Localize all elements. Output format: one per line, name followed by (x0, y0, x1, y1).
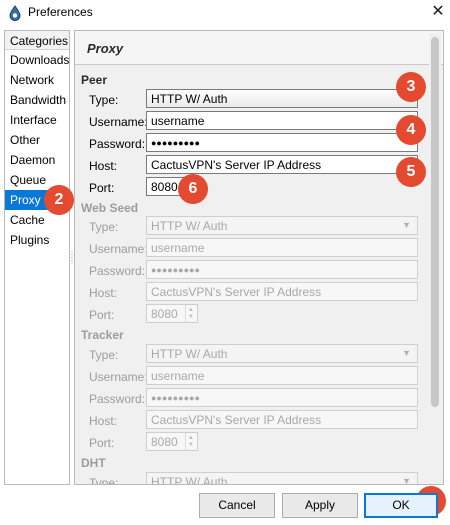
step-badge-4: 4 (396, 115, 426, 145)
section-tracker-title: Tracker (81, 328, 124, 342)
ok-button[interactable]: OK (364, 493, 438, 518)
chevron-down-icon: ▼ (402, 476, 411, 485)
scrollbar-thumb[interactable] (431, 37, 439, 407)
tracker-type-label: Type: (89, 348, 119, 362)
peer-port-value: 8080 (151, 180, 178, 194)
web-seed-type-value: HTTP W/ Auth (151, 219, 228, 233)
web-seed-password-input: ●●●●●●●●● (146, 260, 418, 279)
peer-type-label: Type: (89, 93, 119, 107)
peer-host-label: Host: (89, 159, 118, 173)
tracker-port-value: 8080 (151, 435, 178, 449)
category-item-other[interactable]: Other (5, 130, 69, 150)
peer-type-value: HTTP W/ Auth (151, 92, 228, 106)
web-seed-port-value: 8080 (151, 307, 178, 321)
web-seed-port-spinner: 8080 ▲ ▼ (146, 304, 198, 323)
peer-username-label: Username: (89, 115, 148, 129)
category-item-plugins[interactable]: Plugins (5, 230, 69, 250)
proxy-settings-panel: Proxy Peer Type: HTTP W/ Auth Username: … (74, 30, 444, 485)
title-bar: Preferences ✕ (0, 0, 450, 26)
cancel-button[interactable]: Cancel (199, 493, 275, 518)
category-item-bandwidth[interactable]: Bandwidth (5, 90, 69, 110)
category-item-network[interactable]: Network (5, 70, 69, 90)
category-item-daemon[interactable]: Daemon (5, 150, 69, 170)
section-dht-title: DHT (81, 456, 106, 470)
section-web-seed-title: Web Seed (81, 201, 139, 215)
dht-type-select: HTTP W/ Auth ▼ (146, 472, 418, 485)
peer-port-label: Port: (89, 181, 115, 195)
peer-password-label: Password: (89, 137, 146, 151)
tracker-password-input: ●●●●●●●●● (146, 388, 418, 407)
step-badge-6: 6 (178, 174, 208, 204)
peer-username-input[interactable]: username (146, 111, 418, 130)
web-seed-type-label: Type: (89, 220, 119, 234)
web-seed-host-label: Host: (89, 286, 118, 300)
tracker-username-input: username (146, 366, 418, 385)
web-seed-port-label: Port: (89, 308, 115, 322)
categories-header: Categories (5, 31, 69, 50)
categories-list: Categories Downloads Network Bandwidth I… (4, 30, 70, 485)
web-seed-password-label: Password: (89, 264, 146, 278)
category-item-downloads[interactable]: Downloads (5, 50, 69, 70)
port-spin-buttons: ▲ ▼ (185, 305, 197, 322)
apply-button[interactable]: Apply (282, 493, 358, 518)
web-seed-host-input: CactusVPN's Server IP Address (146, 282, 418, 301)
tracker-type-value: HTTP W/ Auth (151, 347, 228, 361)
panel-title: Proxy (87, 41, 124, 56)
web-seed-type-select: HTTP W/ Auth ▼ (146, 216, 418, 235)
spin-up-icon: ▲ (188, 435, 194, 441)
tracker-type-select: HTTP W/ Auth ▼ (146, 344, 418, 363)
peer-password-input[interactable]: ●●●●●●●●● (146, 133, 418, 152)
tracker-host-input: CactusVPN's Server IP Address (146, 410, 418, 429)
tracker-username-label: Username: (89, 370, 148, 384)
port-spin-buttons: ▲ ▼ (185, 433, 197, 450)
spin-up-icon: ▲ (188, 307, 194, 313)
chevron-down-icon: ▼ (402, 220, 411, 230)
panel-header: Proxy (75, 31, 443, 65)
window-title: Preferences (28, 5, 93, 19)
transmission-drop-icon (9, 5, 21, 21)
step-badge-2: 2 (44, 185, 74, 215)
tracker-port-label: Port: (89, 436, 115, 450)
step-badge-3: 3 (396, 72, 426, 102)
tracker-password-label: Password: (89, 392, 146, 406)
tracker-port-spinner: 8080 ▲ ▼ (146, 432, 198, 451)
tracker-host-label: Host: (89, 414, 118, 428)
category-item-interface[interactable]: Interface (5, 110, 69, 130)
dht-type-label: Type: (89, 476, 119, 485)
web-seed-username-label: Username: (89, 242, 148, 256)
web-seed-username-input: username (146, 238, 418, 257)
spin-down-icon: ▼ (188, 314, 194, 320)
peer-type-select[interactable]: HTTP W/ Auth (146, 89, 418, 108)
close-icon[interactable]: ✕ (426, 1, 450, 23)
step-badge-5: 5 (396, 157, 426, 187)
peer-host-input[interactable]: CactusVPN's Server IP Address (146, 155, 418, 174)
dht-type-value: HTTP W/ Auth (151, 475, 228, 485)
chevron-down-icon: ▼ (402, 348, 411, 358)
section-peer-title: Peer (81, 73, 108, 87)
spin-down-icon: ▼ (188, 442, 194, 448)
